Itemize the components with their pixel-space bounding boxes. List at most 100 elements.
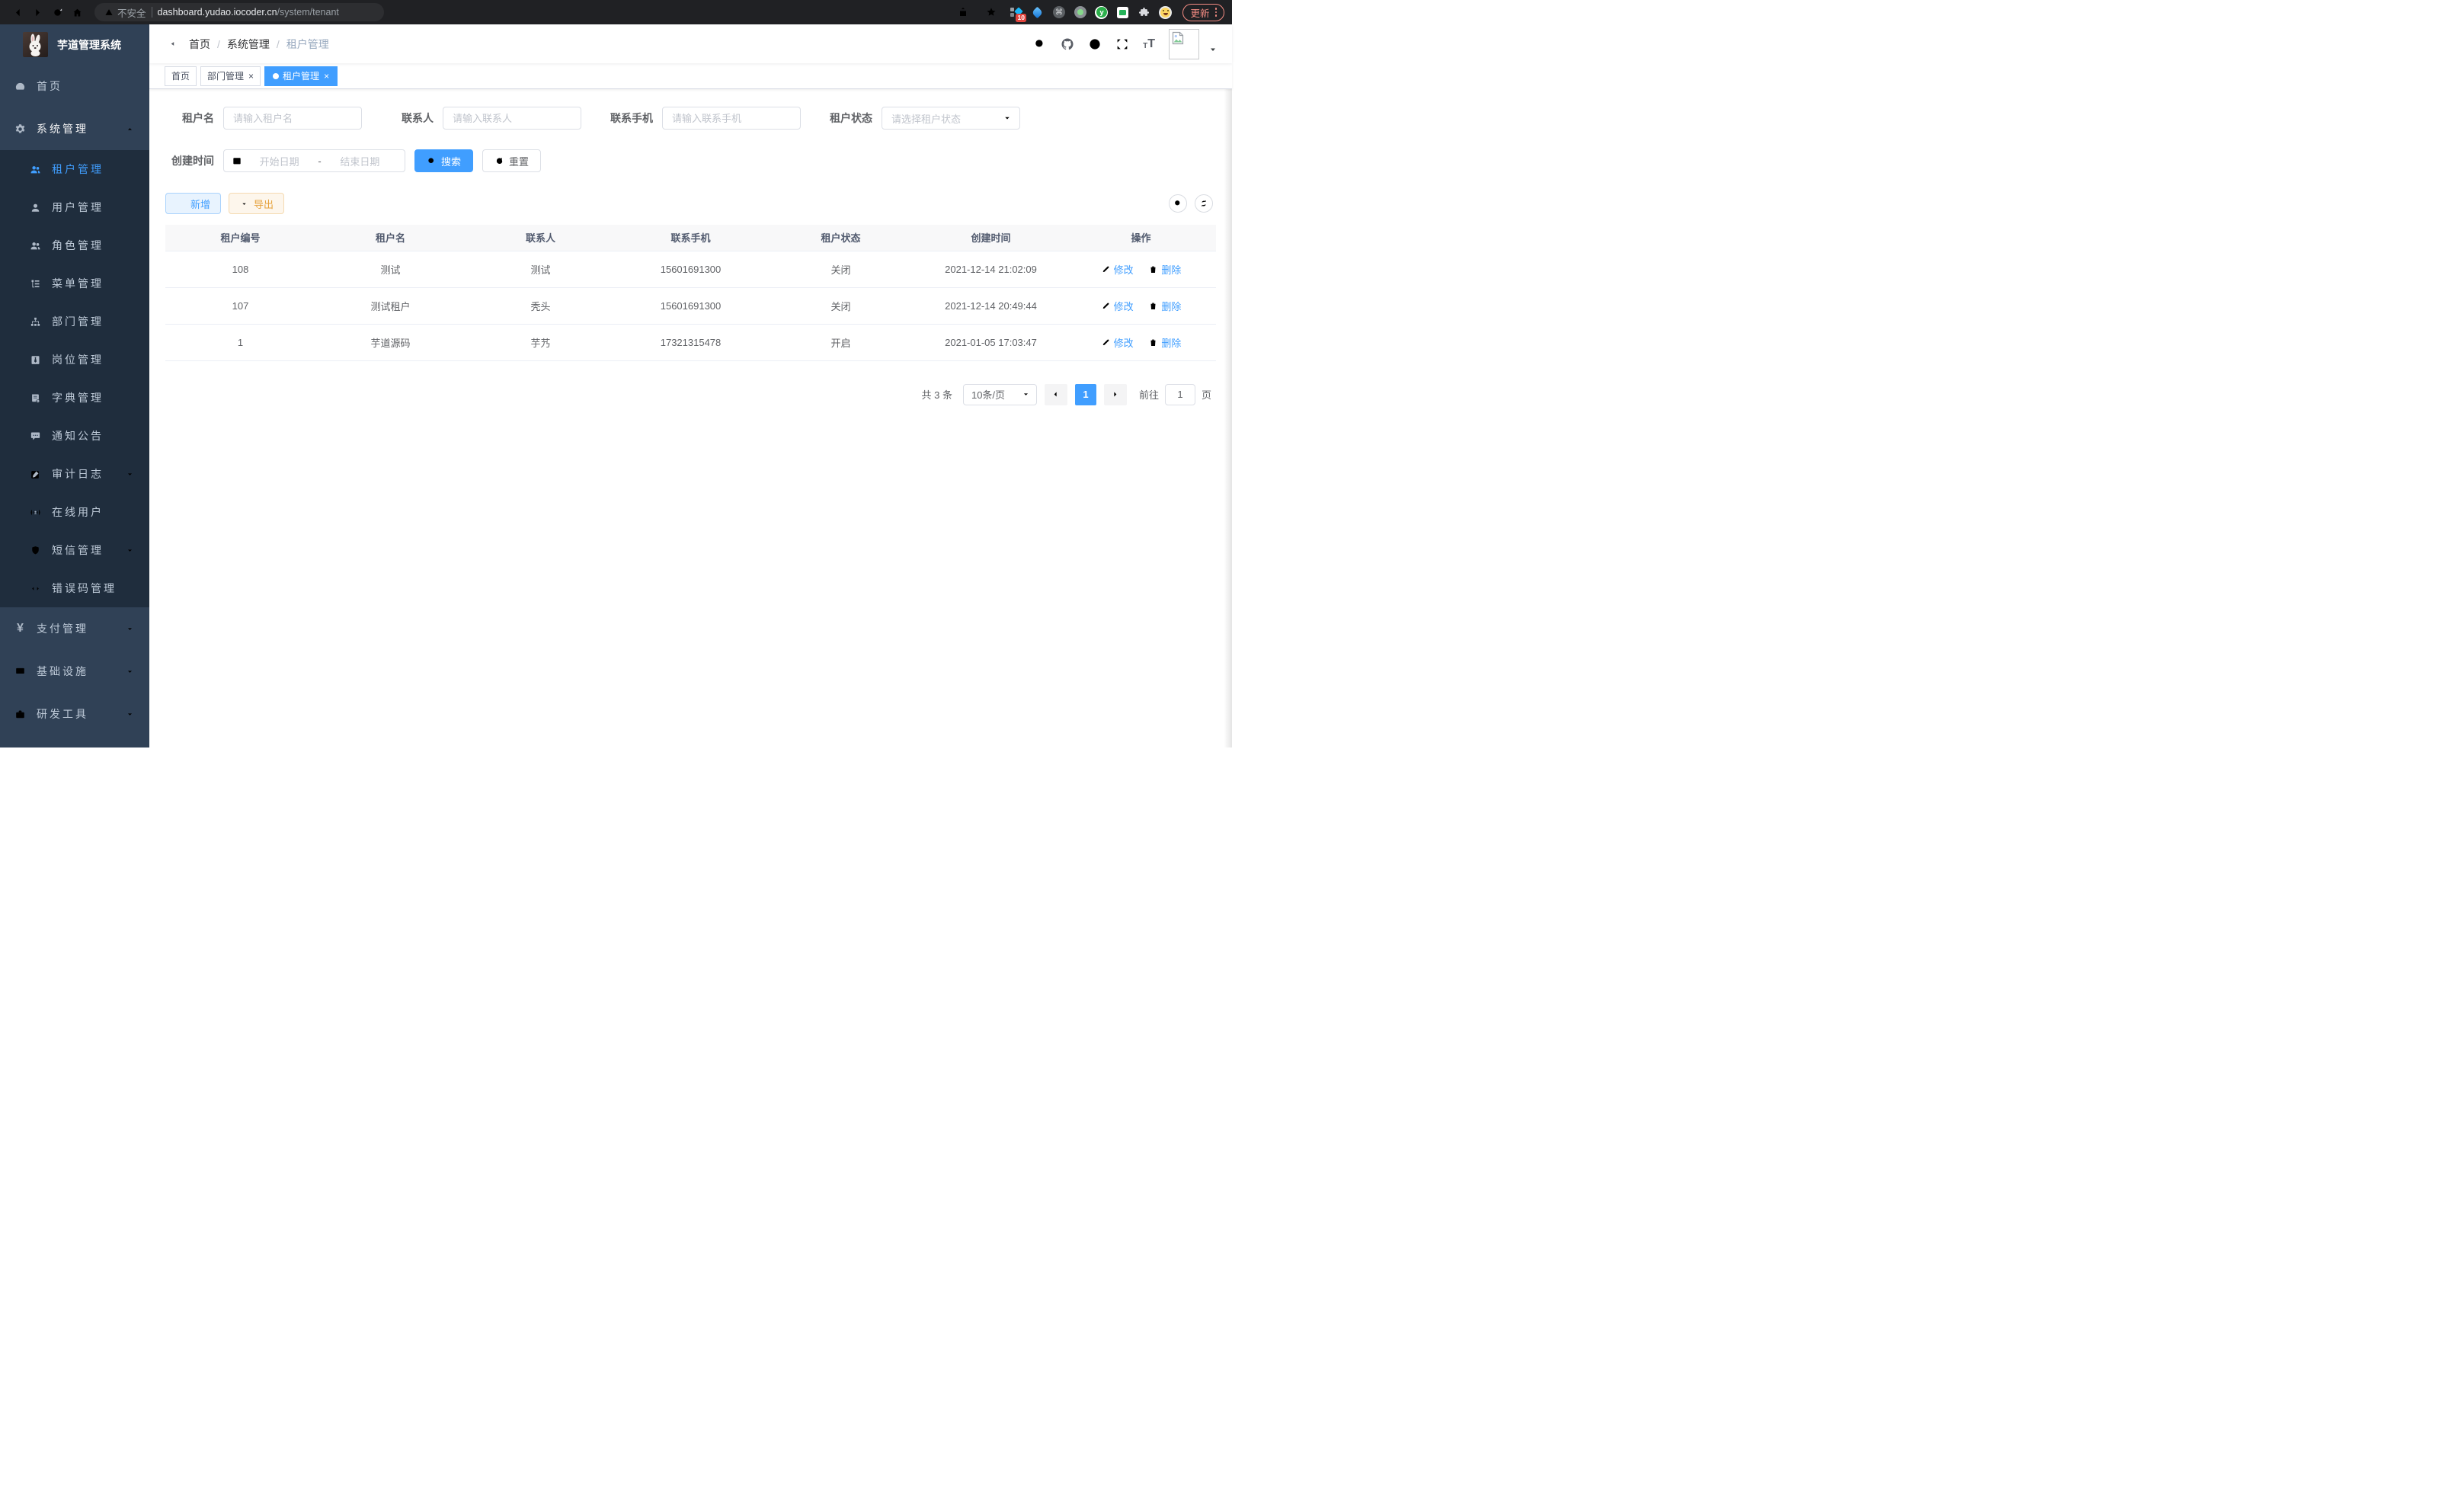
status-value: 开启	[766, 324, 916, 360]
user-avatar[interactable]	[1169, 29, 1199, 59]
tenant-name-input[interactable]	[223, 107, 362, 130]
contact-input[interactable]	[443, 107, 581, 130]
sidebar-item-audit-log[interactable]: 审计日志	[0, 455, 149, 493]
breadcrumb-system[interactable]: 系统管理	[227, 37, 270, 52]
sidebar-item-system[interactable]: 系统管理	[0, 107, 149, 150]
sidebar-item-error-code[interactable]: 错误码管理	[0, 569, 149, 607]
page-number-button[interactable]: 1	[1075, 384, 1096, 405]
bookmark-star-button[interactable]	[981, 2, 1001, 22]
search-button[interactable]: 搜索	[414, 149, 473, 172]
browser-reload-button[interactable]	[47, 2, 67, 22]
delete-link[interactable]: 删除	[1148, 262, 1181, 277]
sidebar-item-home[interactable]: 首页	[0, 65, 149, 107]
sidebar-item-post[interactable]: 岗位管理	[0, 341, 149, 379]
extensions-puzzle-icon[interactable]	[1138, 6, 1150, 19]
help-icon[interactable]	[1088, 37, 1102, 51]
browser-menu-icon[interactable]	[1215, 8, 1218, 17]
code-icon	[30, 583, 41, 594]
trash-icon	[1148, 301, 1158, 311]
sidebar-item-menu[interactable]: 菜单管理	[0, 264, 149, 303]
export-button[interactable]: 导出	[229, 193, 284, 214]
edit-link[interactable]: 修改	[1101, 299, 1134, 313]
tab-dept[interactable]: 部门管理 ×	[200, 66, 261, 86]
sidebar-item-online-users[interactable]: 在线用户	[0, 493, 149, 531]
sidebar-item-dev-tools[interactable]: 研发工具	[0, 693, 149, 735]
browser-update-button[interactable]: 更新	[1182, 4, 1224, 21]
address-bar[interactable]: 不安全 dashboard.yudao.iocoder.cn/system/te…	[94, 3, 384, 21]
status-select[interactable]: 请选择租户状态	[882, 107, 1020, 130]
sync-icon	[1199, 199, 1208, 208]
edit-link[interactable]: 修改	[1101, 335, 1134, 350]
create-time-label: 创建时间	[165, 153, 214, 168]
chevron-left-icon	[1051, 390, 1060, 399]
chat-bubble-icon	[30, 431, 41, 442]
extension-command-icon[interactable]: ⌘	[1052, 6, 1065, 19]
browser-back-button[interactable]	[8, 2, 27, 22]
tab-tenant[interactable]: 租户管理 ×	[264, 66, 338, 86]
create-time-range-picker[interactable]: 开始日期 - 结束日期	[223, 149, 405, 172]
refresh-table-button[interactable]	[1195, 194, 1213, 213]
security-label: 不安全	[117, 5, 146, 20]
filter-row-2: 创建时间 开始日期 - 结束日期 搜索 重置	[165, 149, 1216, 172]
browser-home-button[interactable]	[67, 2, 87, 22]
refresh-icon	[494, 156, 504, 166]
sidebar-item-user[interactable]: 用户管理	[0, 188, 149, 226]
edit-link[interactable]: 修改	[1101, 262, 1134, 277]
extension-chat-icon[interactable]	[1116, 6, 1129, 19]
sidebar-item-notice[interactable]: 通知公告	[0, 417, 149, 455]
app-logo[interactable]: 芋道管理系统	[0, 24, 149, 65]
sidebar-item-role[interactable]: 角色管理	[0, 226, 149, 264]
tab-close-icon[interactable]: ×	[248, 72, 254, 81]
sidebar-item-dept[interactable]: 部门管理	[0, 303, 149, 341]
sidebar-item-tenant[interactable]: 租户管理	[0, 150, 149, 188]
col-tenant-name: 租户名	[315, 225, 466, 251]
extension-y-icon[interactable]: y	[1095, 6, 1108, 19]
header-search-icon[interactable]	[1033, 37, 1047, 51]
sidebar-item-payment[interactable]: ¥ 支付管理	[0, 607, 149, 650]
breadcrumb: 首页 / 系统管理 / 租户管理	[189, 37, 329, 52]
prev-page-button[interactable]	[1045, 384, 1067, 405]
breadcrumb-separator: /	[277, 38, 280, 50]
goto-page-input[interactable]	[1165, 384, 1195, 405]
share-button[interactable]	[953, 2, 973, 22]
next-page-button[interactable]	[1104, 384, 1127, 405]
sidebar: 芋道管理系统 首页 系统管理 租户管理 用户管理 角色管理	[0, 24, 149, 748]
tenant-table: 租户编号 租户名 联系人 联系手机 租户状态 创建时间 操作 108 测试 测试	[165, 225, 1216, 361]
extension-record-icon[interactable]	[1074, 6, 1086, 19]
github-icon[interactable]	[1061, 37, 1074, 51]
delete-link[interactable]: 删除	[1148, 335, 1181, 350]
trash-icon	[1148, 338, 1158, 347]
extension-balloon-icon[interactable]	[1031, 6, 1044, 19]
end-date-placeholder: 结束日期	[323, 154, 397, 168]
fullscreen-icon[interactable]	[1115, 37, 1129, 51]
col-tenant-id: 租户编号	[165, 225, 315, 251]
col-created: 创建时间	[916, 225, 1066, 251]
edit-square-icon	[30, 469, 41, 480]
font-size-icon[interactable]: TT	[1143, 38, 1155, 50]
breadcrumb-home[interactable]: 首页	[189, 37, 210, 52]
url-path: /system/tenant	[277, 7, 339, 18]
sidebar-item-sms[interactable]: 短信管理	[0, 531, 149, 569]
status-value: 关闭	[766, 251, 916, 287]
url-text: dashboard.yudao.iocoder.cn/system/tenant	[158, 7, 339, 18]
sidebar-item-infrastructure[interactable]: 基础设施	[0, 650, 149, 693]
extension-tag-icon[interactable]: 10	[1010, 6, 1022, 19]
browser-forward-button[interactable]	[27, 2, 47, 22]
add-button[interactable]: 新增	[165, 193, 221, 214]
col-actions: 操作	[1066, 225, 1216, 251]
delete-link[interactable]: 删除	[1148, 299, 1181, 313]
breadcrumb-separator: /	[217, 38, 220, 50]
mobile-input[interactable]	[662, 107, 801, 130]
tab-close-icon[interactable]: ×	[324, 72, 329, 81]
profile-avatar-icon[interactable]	[1159, 6, 1172, 19]
tab-home[interactable]: 首页	[165, 66, 197, 86]
page-size-select[interactable]: 10条/页	[963, 384, 1037, 405]
reset-button[interactable]: 重置	[482, 149, 541, 172]
avatar-caret-down-icon[interactable]	[1208, 45, 1218, 54]
toggle-search-button[interactable]	[1169, 194, 1187, 213]
pagination: 共 3 条 10条/页 1 前往 页	[165, 384, 1216, 405]
sidebar-item-dict[interactable]: 字典管理	[0, 379, 149, 417]
users-icon	[30, 240, 41, 251]
site-security-warning[interactable]: 不安全	[104, 5, 146, 20]
sidebar-collapse-icon[interactable]	[162, 37, 176, 51]
